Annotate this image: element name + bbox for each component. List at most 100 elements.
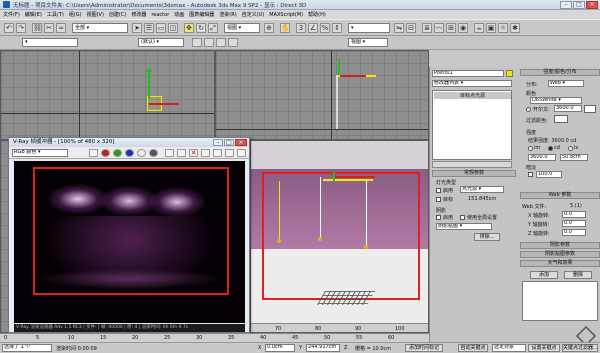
- minimize-button[interactable]: –: [560, 1, 572, 9]
- delete-effect-button[interactable]: 删除: [564, 271, 592, 279]
- menu-create[interactable]: 创建(C): [109, 11, 126, 18]
- vfb-load-icon[interactable]: [177, 149, 186, 157]
- modifier-stack[interactable]: 目标点光源: [432, 90, 512, 160]
- vfb-maximize-button[interactable]: □: [224, 139, 234, 146]
- rollout-title-shadow-map[interactable]: 阴影贴图参数: [520, 251, 600, 258]
- bind-spacewarp-icon[interactable]: ≈: [56, 23, 66, 33]
- toolbar2-select-2[interactable]: (默认) ▾: [138, 38, 184, 47]
- menu-tools[interactable]: 工具(T): [47, 11, 64, 18]
- material-editor-icon[interactable]: ◉: [458, 23, 468, 33]
- key-mode-select[interactable]: 选定对象: [492, 344, 526, 352]
- undo-icon[interactable]: ↶: [4, 23, 14, 33]
- vfb-alpha-channel-icon[interactable]: [137, 149, 146, 157]
- vfb-render-canvas[interactable]: [14, 161, 245, 323]
- vfb-track-mouse-icon[interactable]: [201, 149, 210, 157]
- lx-radio[interactable]: [568, 146, 573, 151]
- add-time-tag-button[interactable]: 添加时间标记: [405, 344, 443, 352]
- key-filters-button[interactable]: 关键点过滤器...: [562, 344, 598, 352]
- layer-manager-icon[interactable]: ≣: [422, 23, 432, 33]
- rect-selection-icon[interactable]: ▭: [156, 23, 166, 33]
- exclude-button[interactable]: 排除...: [474, 233, 500, 241]
- render-frame-icon[interactable]: ▣: [486, 23, 496, 33]
- coord-system-select[interactable]: 视图 ▾: [348, 38, 388, 47]
- quick-render-2-icon[interactable]: ✱: [510, 23, 520, 33]
- dimming-checkbox[interactable]: [528, 172, 533, 177]
- lm-radio[interactable]: [528, 146, 533, 151]
- pivot-center-icon[interactable]: ⊕: [264, 23, 274, 33]
- menu-maxscript[interactable]: MAXScript(M): [269, 12, 303, 18]
- schematic-view-icon[interactable]: ⊞: [446, 23, 456, 33]
- named-selection-set[interactable]: ▾: [348, 23, 390, 33]
- menu-file[interactable]: 文件(F): [3, 11, 20, 18]
- vfb-green-channel-icon[interactable]: [113, 149, 122, 157]
- rollout-title-atmos[interactable]: 大气和效果: [520, 260, 600, 267]
- close-button[interactable]: ×: [586, 1, 598, 9]
- shadow-enable-checkbox[interactable]: [436, 215, 441, 220]
- viewport-top[interactable]: [0, 50, 215, 140]
- menu-modifiers[interactable]: 修改器: [131, 11, 146, 18]
- unlink-icon[interactable]: ✂: [44, 23, 54, 33]
- vfb-mono-icon[interactable]: [149, 149, 158, 157]
- vfb-settings-icon[interactable]: [237, 149, 246, 157]
- enable-checkbox[interactable]: [436, 188, 441, 193]
- viewport-front[interactable]: [215, 50, 429, 140]
- rollout-title-intensity[interactable]: 强度/颜色/分布: [520, 69, 600, 76]
- vfb-close-button[interactable]: ×: [235, 139, 247, 146]
- stack-item-target-light[interactable]: 目标点光源: [434, 92, 511, 99]
- shadow-type-select[interactable]: 阴影贴图 ▾: [436, 223, 492, 230]
- set-key-button[interactable]: 设置关键点: [528, 344, 560, 352]
- vfb-clear-icon[interactable]: ✕: [189, 149, 198, 157]
- effects-list[interactable]: [522, 281, 598, 321]
- y-rotation-input[interactable]: 0.0: [562, 220, 586, 227]
- toolbar2-icon-1[interactable]: [192, 38, 202, 47]
- autokey-button[interactable]: 自动关键点: [458, 344, 488, 352]
- use-global-checkbox[interactable]: [460, 215, 465, 220]
- select-object-icon[interactable]: ➤: [132, 23, 142, 33]
- menu-edit[interactable]: 编辑(E): [25, 11, 42, 18]
- filter-color-swatch[interactable]: [554, 115, 568, 123]
- render-setup-icon[interactable]: ☕: [474, 23, 484, 33]
- distribution-select[interactable]: Web ▾: [548, 80, 584, 87]
- y-coord-field[interactable]: 244.917cm: [306, 344, 340, 352]
- selection-filter-select[interactable]: 全部 ▾: [72, 23, 128, 33]
- kelvin-input[interactable]: 3600.0: [554, 105, 582, 112]
- z-rotation-input[interactable]: 0.0: [562, 229, 586, 236]
- timeline-ruler[interactable]: 0 5 10 15 20 25 30 35 40 45 50 55 60: [0, 333, 429, 342]
- vfb-rgb-icon[interactable]: [89, 149, 98, 157]
- toolbar2-icon-3[interactable]: [216, 38, 226, 47]
- menu-animation[interactable]: 动画: [174, 11, 184, 18]
- toolbar2-select-1[interactable]: ▾: [22, 38, 78, 47]
- x-coord-field[interactable]: 0.0cm: [265, 344, 295, 352]
- toolbar2-icon-2[interactable]: [204, 38, 214, 47]
- vfb-minimize-button[interactable]: –: [213, 139, 223, 146]
- select-scale-icon[interactable]: ⤢: [208, 23, 218, 33]
- vfb-red-channel-icon[interactable]: [101, 149, 110, 157]
- reference-coord-select[interactable]: 视图 ▾: [224, 23, 260, 33]
- select-by-name-icon[interactable]: ☰: [144, 23, 154, 33]
- vfb-blue-channel-icon[interactable]: [125, 149, 134, 157]
- redo-icon[interactable]: ↷: [16, 23, 26, 33]
- menu-group[interactable]: 组(G): [69, 11, 82, 18]
- add-effect-button[interactable]: 添加: [530, 271, 558, 279]
- rollout-title-web[interactable]: Web 参数: [520, 192, 600, 199]
- select-move-icon[interactable]: ✥: [184, 23, 194, 33]
- maximize-button[interactable]: □: [573, 1, 585, 9]
- web-file-value[interactable]: 5 (1): [570, 203, 582, 209]
- select-manipulate-icon[interactable]: ✋: [280, 23, 290, 33]
- x-rotation-input[interactable]: 0.0: [562, 211, 586, 218]
- mirror-icon[interactable]: ⇋: [394, 23, 404, 33]
- intensity-distance-input[interactable]: 50.8cm: [560, 154, 588, 161]
- modifier-list-select[interactable]: 修改器列表 ▾: [432, 80, 512, 87]
- angle-snap-icon[interactable]: ∠: [308, 23, 318, 33]
- menu-customize[interactable]: 自定义(U): [242, 11, 265, 18]
- quick-render-icon[interactable]: ☼: [498, 23, 508, 33]
- targeted-checkbox[interactable]: [436, 197, 441, 202]
- vfb-channel-select[interactable]: RGB 颜色 ▾: [12, 149, 68, 157]
- cd-radio[interactable]: [548, 146, 553, 151]
- rollout-title-general[interactable]: 常规参数: [432, 170, 516, 177]
- rollout-title-shadow-params[interactable]: 阴影参数: [520, 242, 600, 249]
- object-color-swatch[interactable]: [506, 70, 513, 77]
- color-preset-select[interactable]: D65White ▾: [530, 97, 582, 104]
- align-icon[interactable]: ⊟: [406, 23, 416, 33]
- menu-views[interactable]: 视图(V): [87, 11, 104, 18]
